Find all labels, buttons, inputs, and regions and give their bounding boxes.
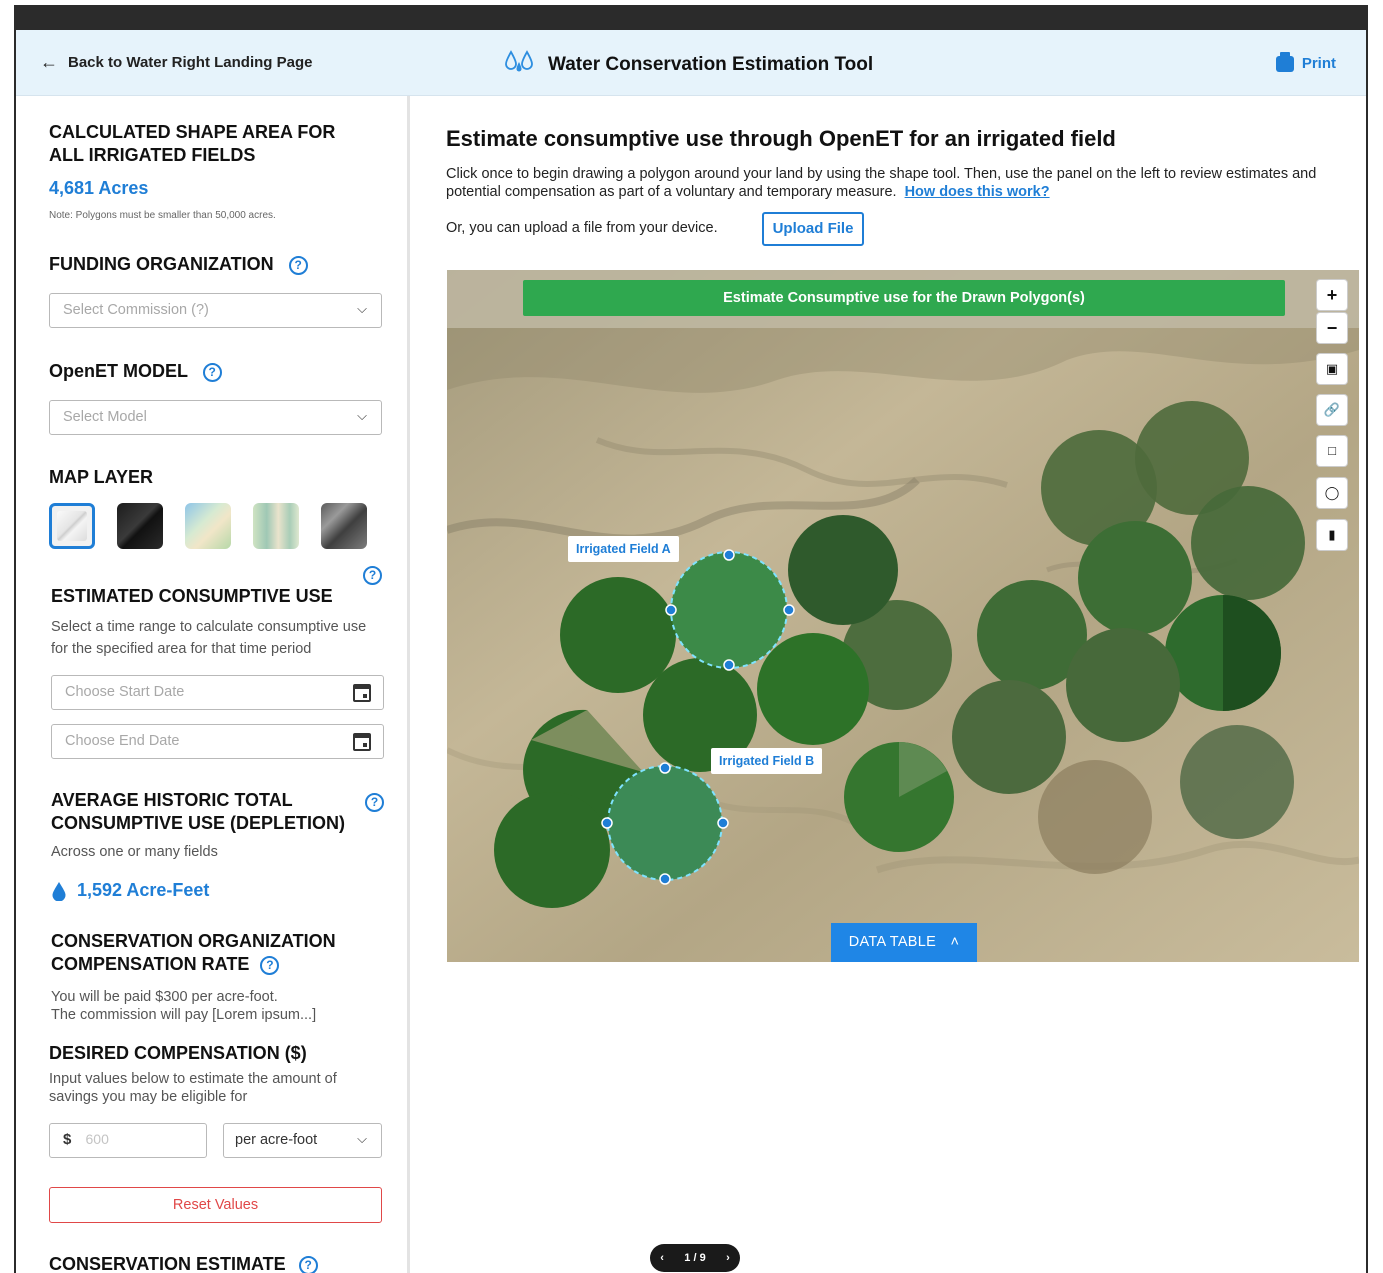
rate-heading-line2: COMPENSATION RATE ?	[51, 953, 336, 976]
historic-value: 1,592 Acre-Feet	[77, 880, 210, 900]
field-b-label: Irrigated Field B	[711, 748, 823, 774]
help-icon[interactable]: ?	[365, 793, 384, 812]
map-layer-light[interactable]	[49, 503, 95, 549]
upload-text: Or, you can upload a file from your devi…	[446, 220, 718, 236]
app-frame: ← Back to Water Right Landing Page Water…	[14, 30, 1368, 1273]
model-heading: OpenET MODEL ?	[49, 360, 222, 383]
map-layer-heading: MAP LAYER	[49, 467, 154, 487]
link-icon[interactable]: 🔗	[1317, 395, 1347, 425]
end-date-placeholder: Choose End Date	[65, 733, 180, 749]
historic-subtext: Across one or many fields	[51, 844, 218, 860]
estimation-sidebar: CALCULATED SHAPE AREA FOR ALL IRRIGATED …	[16, 96, 410, 1273]
print-label: Print	[1301, 55, 1336, 72]
currency-symbol: $	[63, 1131, 72, 1148]
field-a-label: Irrigated Field A	[568, 536, 679, 562]
rate-heading: CONSERVATION ORGANIZATION COMPENSATION R…	[51, 930, 336, 976]
chevron-up-icon: ˄	[950, 934, 960, 950]
data-table-toggle[interactable]: DATA TABLE ˄	[831, 923, 977, 962]
rate-heading-line1: CONSERVATION ORGANIZATION	[51, 931, 336, 951]
data-table-label: DATA TABLE	[848, 934, 937, 950]
calendar-icon[interactable]	[353, 733, 371, 751]
rate-text-line1: You will be paid $300 per acre-foot.	[51, 989, 278, 1005]
chevron-down-icon: ⌵	[357, 1131, 367, 1146]
help-icon[interactable]: ?	[298, 1255, 318, 1273]
window-top-bar	[0, 0, 1383, 30]
compensation-amount-input[interactable]: $ 600	[49, 1123, 207, 1158]
water-drop-icon	[52, 881, 66, 901]
desired-heading: DESIRED COMPENSATION ($)	[49, 1043, 307, 1063]
arrow-left-icon: ←	[40, 52, 58, 72]
funding-select[interactable]: Select Commission (?) ⌵	[49, 293, 382, 328]
calendar-icon[interactable]	[353, 684, 371, 702]
help-icon[interactable]: ?	[260, 955, 280, 975]
app-title: Water Conservation Estimation Tool	[548, 53, 874, 75]
area-heading: CALCULATED SHAPE AREA FOR ALL IRRIGATED …	[49, 122, 336, 165]
draw-circle-icon[interactable]: ◯	[1317, 478, 1347, 508]
map-layer-dark[interactable]	[117, 503, 163, 549]
map-layer-options	[49, 503, 367, 549]
printer-icon	[1275, 51, 1294, 72]
area-value: 4,681 Acres	[49, 178, 149, 198]
historic-value-row: 1,592 Acre-Feet	[51, 879, 209, 902]
map-layer-terrain[interactable]	[253, 503, 299, 549]
pager-prev-icon[interactable]: ‹	[660, 1252, 664, 1264]
fit-bounds-icon[interactable]: ▣	[1317, 354, 1347, 384]
desired-text: Input values below to estimate the amoun…	[49, 1071, 337, 1105]
chevron-down-icon: ⌵	[357, 301, 367, 316]
compensation-unit-select[interactable]: per acre-foot ⌵	[223, 1123, 382, 1158]
back-link[interactable]: ← Back to Water Right Landing Page	[40, 52, 312, 73]
funding-heading: FUNDING ORGANIZATION ?	[49, 253, 308, 276]
pager-next-icon[interactable]: ›	[726, 1252, 730, 1264]
zoom-in-button[interactable]: +	[1317, 280, 1347, 310]
funding-heading-label: FUNDING ORGANIZATION	[49, 254, 274, 274]
map-layer-satellite[interactable]	[321, 503, 367, 549]
conservation-estimate-heading: CONSERVATION ESTIMATE ?	[49, 1253, 318, 1273]
back-link-label: Back to Water Right Landing Page	[68, 54, 313, 71]
upload-file-button[interactable]: Upload File	[762, 212, 864, 246]
consumptive-text: Select a time range to calculate consump…	[51, 619, 367, 657]
zoom-out-button[interactable]: −	[1317, 313, 1347, 343]
area-note: Note: Polygons must be smaller than 50,0…	[49, 210, 276, 221]
title-group: Water Conservation Estimation Tool	[504, 50, 873, 79]
chevron-down-icon: ⌵	[357, 408, 367, 423]
page-pager: ‹ 1 / 9 ›	[650, 1244, 740, 1272]
unit-value: per acre-foot	[235, 1132, 318, 1148]
main-content: Estimate consumptive use through OpenET …	[413, 96, 1366, 1273]
historic-heading: AVERAGE HISTORIC TOTAL CONSUMPTIVE USE (…	[51, 790, 346, 833]
description-text: Click once to begin drawing a polygon ar…	[446, 166, 1317, 200]
start-date-field[interactable]: Choose Start Date	[51, 675, 384, 710]
start-date-placeholder: Choose Start Date	[65, 684, 185, 700]
amount-placeholder: 600	[85, 1131, 109, 1147]
conservation-estimate-label: CONSERVATION ESTIMATE	[49, 1254, 286, 1273]
consumptive-heading: ESTIMATED CONSUMPTIVE USE	[51, 586, 333, 606]
end-date-field[interactable]: Choose End Date	[51, 724, 384, 759]
trash-icon[interactable]: ▮	[1317, 520, 1347, 550]
model-select[interactable]: Select Model ⌵	[49, 400, 382, 435]
rate-text-line2: The commission will pay [Lorem ipsum...]	[51, 1007, 317, 1023]
draw-rectangle-icon[interactable]: □	[1317, 436, 1347, 466]
model-heading-label: OpenET MODEL	[49, 361, 188, 381]
map-imagery	[447, 270, 1359, 962]
pager-text: 1 / 9	[684, 1252, 706, 1264]
water-drops-icon	[504, 50, 534, 79]
reset-values-button[interactable]: Reset Values	[49, 1187, 382, 1223]
map-layer-streets[interactable]	[185, 503, 231, 549]
rate-text: You will be paid $300 per acre-foot. The…	[51, 988, 316, 1024]
page-description: Click once to begin drawing a polygon ar…	[446, 165, 1326, 201]
funding-placeholder: Select Commission (?)	[63, 302, 209, 318]
print-button[interactable]: Print	[1275, 51, 1336, 72]
help-icon[interactable]: ?	[288, 255, 308, 275]
page-title: Estimate consumptive use through OpenET …	[446, 126, 1116, 151]
help-icon[interactable]: ?	[202, 362, 222, 382]
estimate-polygon-button[interactable]: Estimate Consumptive use for the Drawn P…	[523, 280, 1285, 316]
app-header: ← Back to Water Right Landing Page Water…	[16, 30, 1366, 96]
rate-heading-line2-label: COMPENSATION RATE	[51, 954, 250, 974]
model-placeholder: Select Model	[63, 409, 147, 425]
how-it-works-link[interactable]: How does this work?	[905, 184, 1050, 200]
help-icon[interactable]: ?	[363, 566, 382, 585]
satellite-map[interactable]: Estimate Consumptive use for the Drawn P…	[447, 270, 1359, 962]
